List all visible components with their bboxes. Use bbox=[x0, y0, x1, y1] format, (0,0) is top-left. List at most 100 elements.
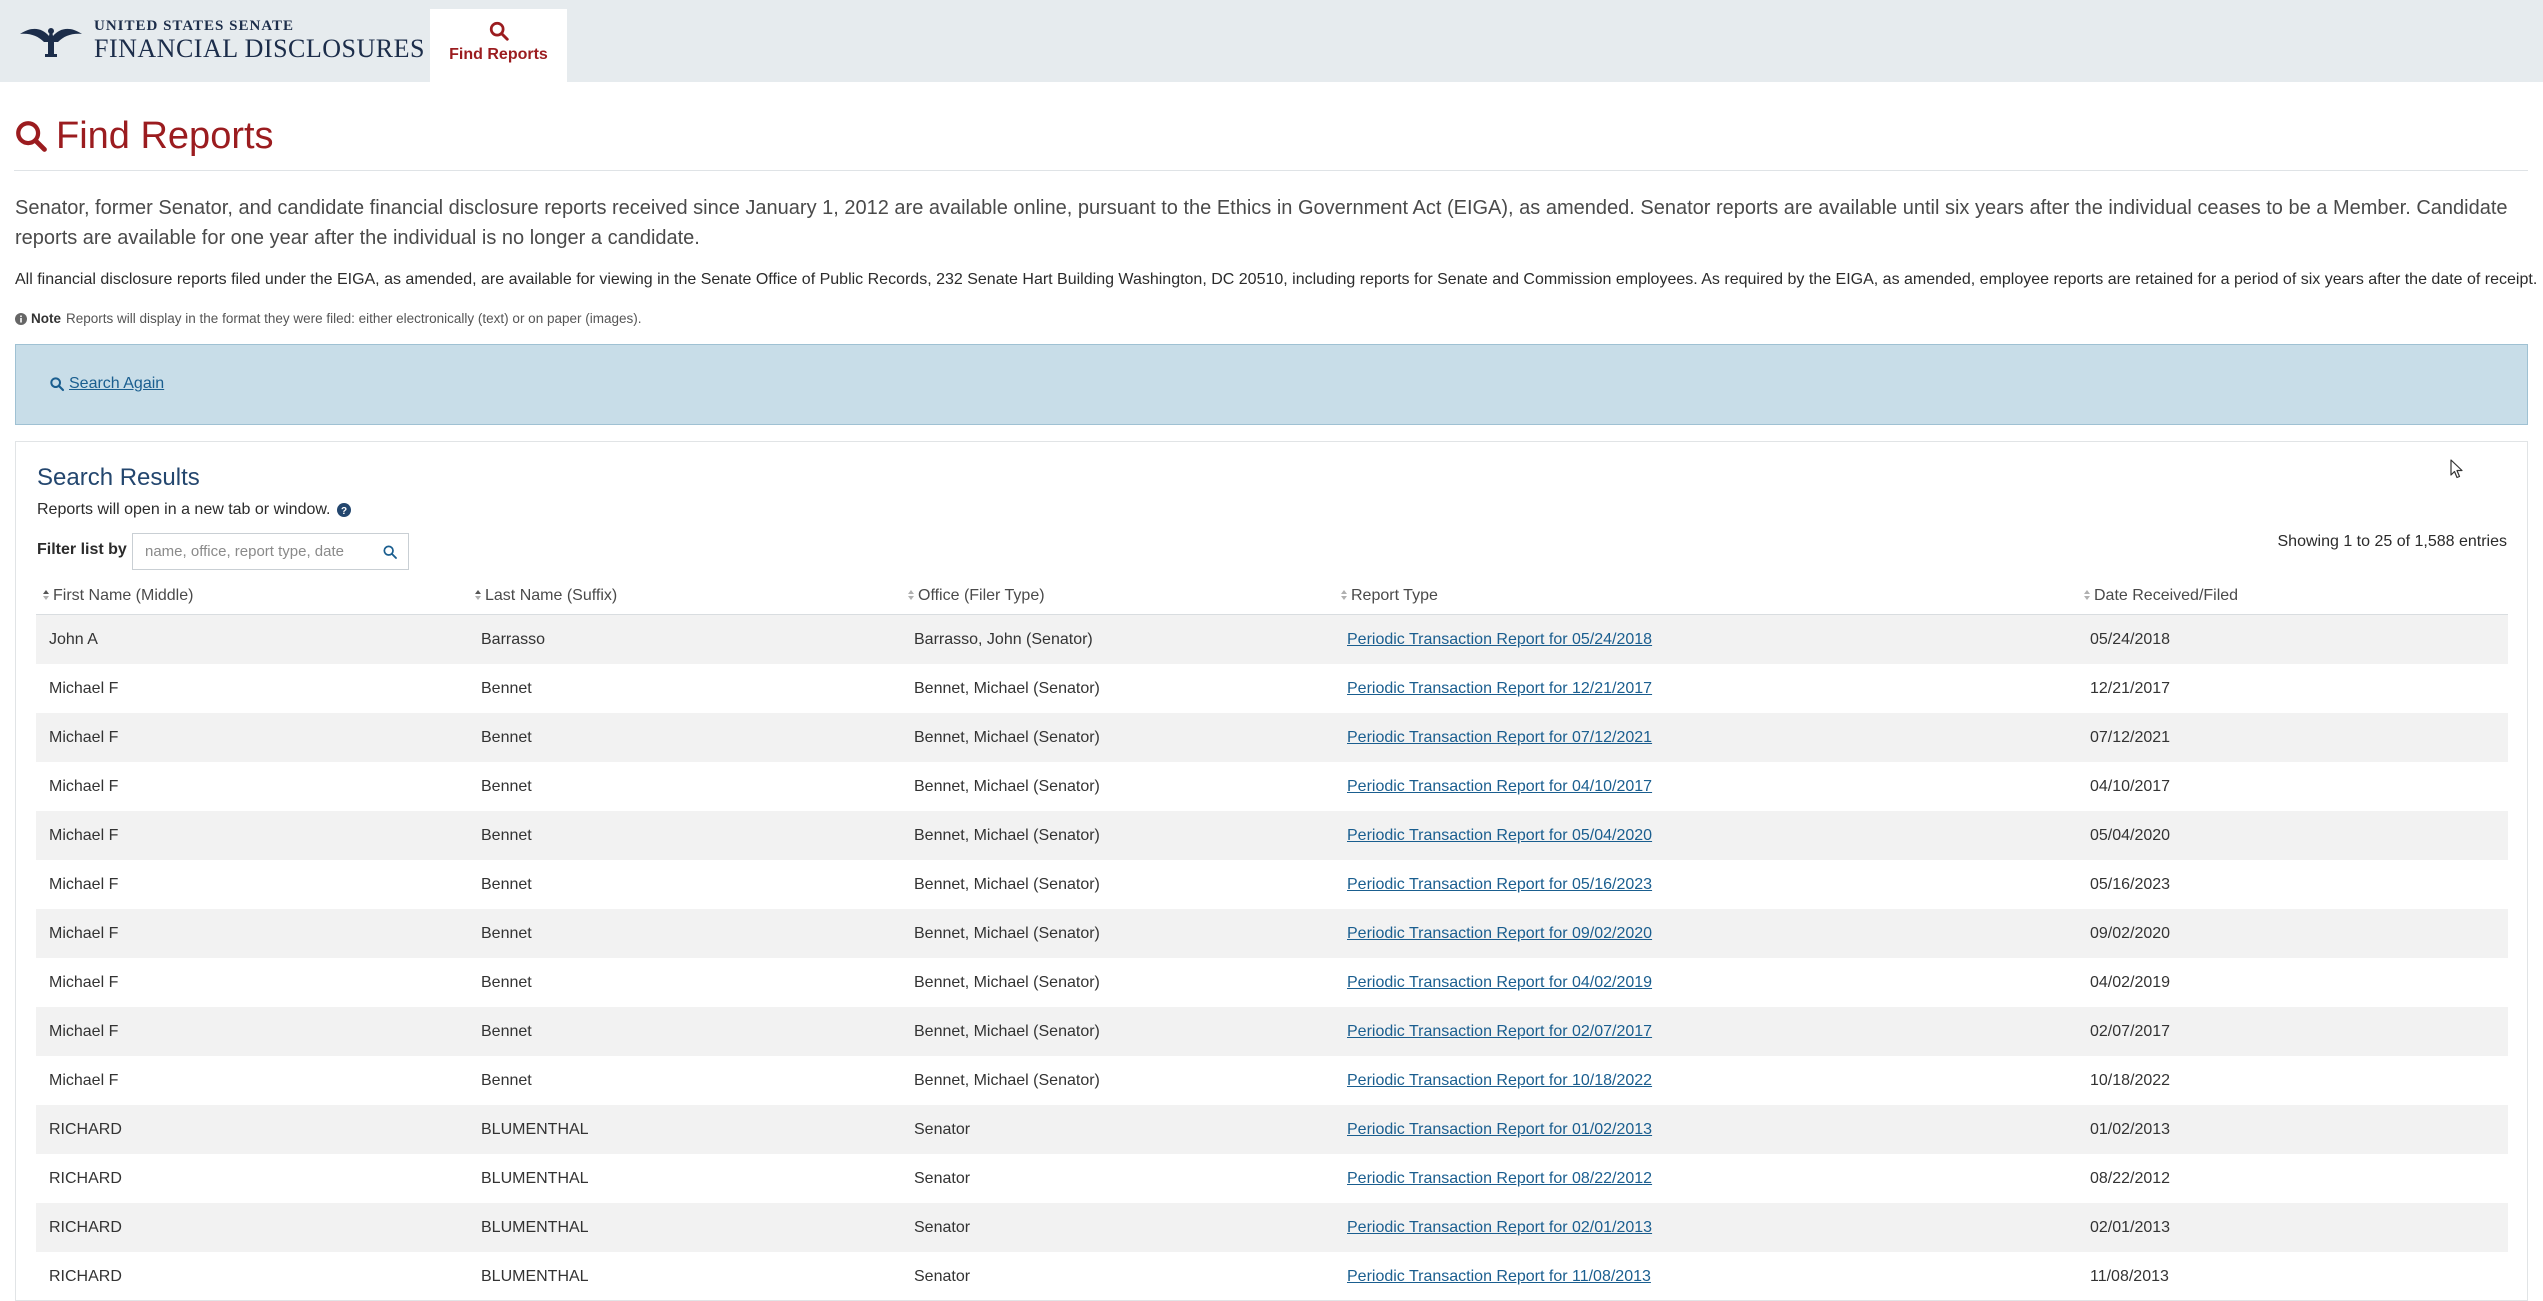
entries-info: Showing 1 to 25 of 1,588 entries bbox=[2277, 533, 2508, 550]
column-header-report-type[interactable]: Report Type bbox=[1334, 587, 2077, 605]
cell-last-name: Bennet bbox=[481, 1071, 532, 1089]
report-link[interactable]: Periodic Transaction Report for 07/12/20… bbox=[1347, 729, 1652, 746]
results-title: Search Results bbox=[37, 464, 200, 491]
report-link[interactable]: Periodic Transaction Report for 11/08/20… bbox=[1347, 1268, 1651, 1285]
page-title-text: Find Reports bbox=[56, 114, 274, 157]
search-again-link[interactable]: Search Again bbox=[49, 375, 164, 393]
search-icon bbox=[383, 544, 397, 559]
cell-office: Bennet, Michael (Senator) bbox=[914, 728, 1100, 746]
report-link[interactable]: Periodic Transaction Report for 10/18/20… bbox=[1347, 1072, 1652, 1089]
cell-office: Bennet, Michael (Senator) bbox=[914, 777, 1100, 795]
intro-paragraph-2: All financial disclosure reports filed u… bbox=[15, 271, 2538, 288]
cell-last-name: Bennet bbox=[481, 924, 532, 942]
table-row: Michael F Bennet Bennet, Michael (Senato… bbox=[36, 1056, 2508, 1105]
sort-icon bbox=[42, 590, 50, 602]
table-row: RICHARD BLUMENTHAL Senator Periodic Tran… bbox=[36, 1203, 2508, 1252]
report-link[interactable]: Periodic Transaction Report for 05/16/20… bbox=[1347, 876, 1652, 893]
cell-first-name: Michael F bbox=[49, 777, 119, 795]
table-row: Michael F Bennet Bennet, Michael (Senato… bbox=[36, 958, 2508, 1007]
results-subtitle-text: Reports will open in a new tab or window… bbox=[37, 501, 331, 518]
brand-top-text: UNITED STATES SENATE bbox=[94, 17, 295, 34]
cell-office: Senator bbox=[914, 1120, 971, 1138]
report-link[interactable]: Periodic Transaction Report for 05/04/20… bbox=[1347, 827, 1652, 844]
nav-tab-label: Find Reports bbox=[449, 46, 548, 63]
column-header-label: Report Type bbox=[1351, 587, 1438, 604]
mouse-cursor-icon bbox=[2450, 459, 2463, 479]
cell-first-name: Michael F bbox=[49, 1071, 119, 1089]
cell-date: 10/18/2022 bbox=[2090, 1071, 2171, 1089]
column-header-first-name[interactable]: First Name (Middle) bbox=[36, 587, 468, 605]
table-row: Michael F Bennet Bennet, Michael (Senato… bbox=[36, 664, 2508, 713]
cell-last-name: BLUMENTHAL bbox=[481, 1169, 589, 1187]
sort-icon bbox=[474, 590, 482, 602]
column-header-office[interactable]: Office (Filer Type) bbox=[901, 587, 1334, 605]
cell-last-name: BLUMENTHAL bbox=[481, 1120, 589, 1138]
results-panel: Search Results Reports will open in a ne… bbox=[15, 441, 2528, 1301]
brand-bottom-text: FINANCIAL DISCLOSURES bbox=[94, 33, 425, 63]
cell-date: 05/24/2018 bbox=[2090, 630, 2171, 648]
note-label: Note bbox=[31, 311, 61, 326]
table-row: RICHARD BLUMENTHAL Senator Periodic Tran… bbox=[36, 1105, 2508, 1154]
help-circle-icon[interactable]: ? bbox=[336, 503, 351, 517]
cell-report-type: Periodic Transaction Report for 04/02/20… bbox=[1334, 974, 2077, 992]
report-link[interactable]: Periodic Transaction Report for 04/02/20… bbox=[1347, 974, 1652, 991]
cell-report-type: Periodic Transaction Report for 01/02/20… bbox=[1334, 1121, 2077, 1139]
cell-date: 11/08/2013 bbox=[2090, 1267, 2169, 1285]
cell-office: Senator bbox=[914, 1169, 971, 1187]
cell-office: Senator bbox=[914, 1218, 971, 1236]
cell-last-name: BLUMENTHAL bbox=[481, 1267, 589, 1285]
report-link[interactable]: Periodic Transaction Report for 04/10/20… bbox=[1347, 778, 1652, 795]
cell-first-name: Michael F bbox=[49, 679, 119, 697]
cell-date: 05/04/2020 bbox=[2090, 826, 2171, 844]
format-note: Note Reports will display in the format … bbox=[15, 309, 642, 329]
filter-box bbox=[132, 533, 409, 570]
table-row: RICHARD BLUMENTHAL Senator Periodic Tran… bbox=[36, 1154, 2508, 1203]
nav-tab-find-reports[interactable]: Find Reports bbox=[430, 9, 567, 82]
report-link[interactable]: Periodic Transaction Report for 09/02/20… bbox=[1347, 925, 1652, 942]
search-panel: Search Again bbox=[15, 344, 2528, 425]
cell-date: 12/21/2017 bbox=[2090, 679, 2171, 697]
cell-date: 02/07/2017 bbox=[2090, 1022, 2171, 1040]
column-header-date[interactable]: Date Received/Filed bbox=[2077, 587, 2508, 605]
table-row: RICHARD BLUMENTHAL Senator Periodic Tran… bbox=[36, 1252, 2508, 1301]
cell-first-name: Michael F bbox=[49, 973, 119, 991]
column-header-label: Office (Filer Type) bbox=[918, 587, 1045, 604]
table-row: Michael F Bennet Bennet, Michael (Senato… bbox=[36, 860, 2508, 909]
table-body: John A Barrasso Barrasso, John (Senator)… bbox=[36, 615, 2508, 1301]
report-link[interactable]: Periodic Transaction Report for 01/02/20… bbox=[1347, 1121, 1652, 1138]
table-header: First Name (Middle) Last Name (Suffix) O… bbox=[36, 578, 2508, 615]
cell-report-type: Periodic Transaction Report for 05/24/20… bbox=[1334, 631, 2077, 649]
svg-text:?: ? bbox=[340, 506, 346, 517]
cell-first-name: RICHARD bbox=[49, 1120, 122, 1138]
sort-icon bbox=[907, 590, 915, 602]
cell-office: Bennet, Michael (Senator) bbox=[914, 973, 1100, 991]
column-header-last-name[interactable]: Last Name (Suffix) bbox=[468, 587, 901, 605]
report-link[interactable]: Periodic Transaction Report for 12/21/20… bbox=[1347, 680, 1652, 697]
cell-first-name: RICHARD bbox=[49, 1267, 122, 1285]
cell-last-name: Bennet bbox=[481, 728, 532, 746]
cell-last-name: Bennet bbox=[481, 875, 532, 893]
results-subtitle: Reports will open in a new tab or window… bbox=[37, 501, 351, 519]
report-link[interactable]: Periodic Transaction Report for 05/24/20… bbox=[1347, 631, 1652, 648]
sort-icon bbox=[1340, 590, 1348, 602]
cell-last-name: Bennet bbox=[481, 679, 532, 697]
cell-report-type: Periodic Transaction Report for 09/02/20… bbox=[1334, 925, 2077, 943]
report-link[interactable]: Periodic Transaction Report for 02/01/20… bbox=[1347, 1219, 1652, 1236]
info-circle-icon bbox=[15, 313, 27, 325]
intro-paragraph-1: Senator, former Senator, and candidate f… bbox=[15, 197, 2508, 249]
search-icon bbox=[16, 121, 47, 152]
table-row: Michael F Bennet Bennet, Michael (Senato… bbox=[36, 811, 2508, 860]
report-link[interactable]: Periodic Transaction Report for 02/07/20… bbox=[1347, 1023, 1652, 1040]
report-link[interactable]: Periodic Transaction Report for 08/22/20… bbox=[1347, 1170, 1652, 1187]
cell-office: Bennet, Michael (Senator) bbox=[914, 875, 1100, 893]
eagle-seal-icon bbox=[20, 28, 82, 57]
cell-report-type: Periodic Transaction Report for 02/01/20… bbox=[1334, 1219, 2077, 1237]
site-logo[interactable]: UNITED STATES SENATE FINANCIAL DISCLOSUR… bbox=[18, 16, 425, 64]
cell-office: Senator bbox=[914, 1267, 971, 1285]
cell-date: 02/01/2013 bbox=[2090, 1218, 2171, 1236]
cell-office: Bennet, Michael (Senator) bbox=[914, 924, 1100, 942]
cell-office: Bennet, Michael (Senator) bbox=[914, 1022, 1100, 1040]
filter-input[interactable] bbox=[133, 534, 382, 569]
column-header-label: First Name (Middle) bbox=[53, 587, 194, 604]
note-text: Reports will display in the format they … bbox=[66, 311, 642, 326]
